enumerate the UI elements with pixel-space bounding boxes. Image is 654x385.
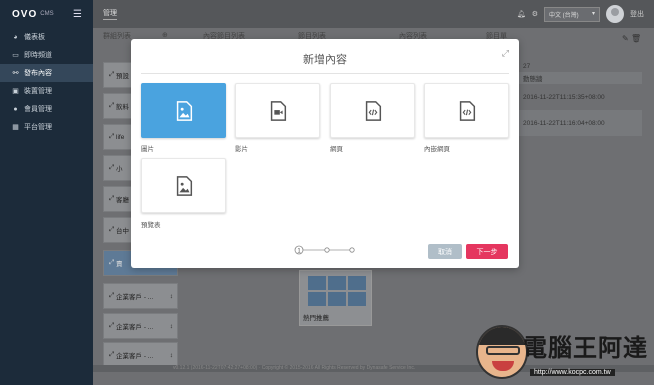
sidebar: OVO CMS ☰ ◕ 儀表板 ▭ 即時頻道 ⚯ 發布內容 ▣ 裝置管理 ● 會… [0, 0, 93, 385]
expand-icon: ⤢ [109, 351, 115, 358]
language-select[interactable]: 中文 (台灣) ▾ [544, 6, 600, 22]
group-card[interactable]: ⤢ 企業客戶 - ... ↕ [103, 283, 178, 309]
settings-icon[interactable]: ⚙ [532, 10, 538, 18]
avatar[interactable] [606, 5, 624, 23]
content-type-video[interactable] [235, 83, 320, 138]
logout-link[interactable]: 登出 [630, 9, 644, 19]
cancel-button[interactable]: 取消 [428, 244, 462, 259]
brand-logo[interactable]: OVO CMS ☰ [0, 0, 93, 28]
expand-icon: ⤢ [109, 259, 115, 266]
group-card-label: 飲料 [116, 104, 130, 111]
top-bar: 管理 🔔︎ ⚙ 中文 (台灣) ▾ 登出 [93, 0, 654, 28]
next-button[interactable]: 下一步 [466, 244, 508, 259]
add-content-dialog: 新增內容 ⤢ 圖片 影片 網頁 內嵌網頁 預覽表 1 取消 下一步 [131, 39, 519, 268]
drag-handle-icon[interactable]: ↕ [170, 293, 173, 300]
expand-icon: ⤢ [109, 322, 115, 329]
drag-handle-icon[interactable]: ↕ [170, 352, 173, 359]
table-cell: 27 [523, 62, 531, 70]
code-file-icon [459, 100, 475, 121]
bell-icon[interactable]: 🔔︎ [517, 10, 526, 18]
content-type-preview-table[interactable] [141, 158, 226, 213]
image-icon [176, 100, 192, 121]
user-icon: ● [13, 105, 18, 113]
sidebar-item-label: 裝置管理 [24, 88, 52, 95]
group-card-label: 台中 [116, 228, 130, 235]
tile-label: 圖片 [141, 146, 154, 153]
group-card-label: 小 [116, 166, 123, 173]
expand-icon: ⤢ [109, 71, 115, 78]
code-file-icon [365, 100, 381, 121]
table-cell: 2016-11-22T11:15:35+08:00 [523, 93, 605, 101]
table-cell: 2016-11-22T11:16:04+08:00 [523, 119, 605, 127]
content-type-webpage[interactable] [330, 83, 415, 138]
group-card-label: 企業客戶 - ... [116, 294, 154, 301]
divider [141, 73, 509, 74]
trash-icon[interactable]: 🗑︎ [631, 34, 641, 43]
sidebar-item-dashboard[interactable]: ◕ 儀表板 [0, 28, 93, 46]
watermark-url: http://www.kocpc.com.tw [530, 369, 615, 376]
tile-label: 網頁 [330, 146, 343, 153]
thumbnail-label: 熱門推薦 [303, 315, 329, 322]
watermark: 電腦王阿達 http://www.kocpc.com.tw [470, 325, 650, 383]
drag-handle-icon[interactable]: ↕ [170, 323, 173, 330]
content-type-embedded-webpage[interactable] [424, 83, 509, 138]
row-actions: ✎ 🗑︎ [622, 34, 641, 43]
expand-icon: ⤢ [109, 102, 115, 109]
sidebar-item-publish[interactable]: ⚯ 發布內容 [0, 64, 93, 82]
watermark-text: 電腦王阿達 [523, 334, 648, 362]
group-card-label: 企業客戶 - ... [116, 324, 154, 331]
sidebar-item-members[interactable]: ● 會員管理 [0, 100, 93, 118]
group-card-label: life [116, 133, 125, 141]
dashboard-icon: ◕ [13, 33, 18, 41]
group-card[interactable]: ⤢ 企業客戶 - ... ↕ [103, 313, 178, 339]
expand-icon: ⤢ [109, 226, 115, 233]
group-card-label: 預設 [116, 73, 130, 80]
video-icon [270, 100, 286, 121]
table-cell: 動態牆 [523, 76, 543, 83]
step-indicator: 1 [294, 245, 355, 255]
sidebar-item-label: 即時頻道 [24, 52, 52, 59]
sidebar-item-label: 會員管理 [24, 106, 52, 113]
grid-icon: ▦ [12, 124, 19, 131]
sidebar-item-live-channel[interactable]: ▭ 即時頻道 [0, 46, 93, 64]
group-card-label: 客廳 [116, 197, 130, 204]
sidebar-item-platform[interactable]: ▦ 平台管理 [0, 118, 93, 136]
language-value: 中文 (台灣) [549, 12, 579, 19]
expand-icon[interactable]: ⤢ [502, 48, 509, 59]
content-type-image[interactable] [141, 83, 226, 138]
group-card-label: 賣 [116, 261, 123, 268]
thumbnail-grid [308, 276, 366, 306]
brand-sub: CMS [40, 11, 54, 17]
tile-label: 內嵌網頁 [424, 146, 450, 153]
image-icon [176, 175, 192, 196]
topbar-right: 🔔︎ ⚙ 中文 (台灣) ▾ 登出 [517, 5, 644, 23]
brand-name: OVO [12, 8, 38, 20]
breadcrumb[interactable]: 管理 [103, 8, 117, 20]
sidebar-item-devices[interactable]: ▣ 裝置管理 [0, 82, 93, 100]
sidebar-item-label: 儀表板 [24, 34, 45, 41]
monitor-icon: ▣ [12, 88, 19, 95]
sidebar-item-label: 發布內容 [24, 70, 52, 77]
expand-icon: ⤢ [109, 133, 115, 140]
mascot-face-icon [476, 325, 528, 379]
tile-label: 影片 [235, 146, 248, 153]
expand-icon: ⤢ [109, 292, 115, 299]
expand-icon: ⤢ [109, 164, 115, 171]
dialog-title: 新增內容 [303, 54, 347, 66]
expand-icon: ⤢ [109, 195, 115, 202]
edit-icon[interactable]: ✎ [622, 34, 629, 43]
share-icon: ⚯ [12, 70, 19, 77]
group-card-label: 企業客戶 - ... [116, 353, 154, 360]
tv-icon: ▭ [12, 52, 19, 59]
sidebar-item-label: 平台管理 [24, 124, 52, 131]
tile-label: 預覽表 [141, 222, 161, 229]
column-header-groups: 群組列表 [103, 33, 131, 40]
hamburger-menu-icon[interactable]: ☰ [73, 9, 83, 20]
chevron-down-icon: ▾ [591, 10, 595, 17]
